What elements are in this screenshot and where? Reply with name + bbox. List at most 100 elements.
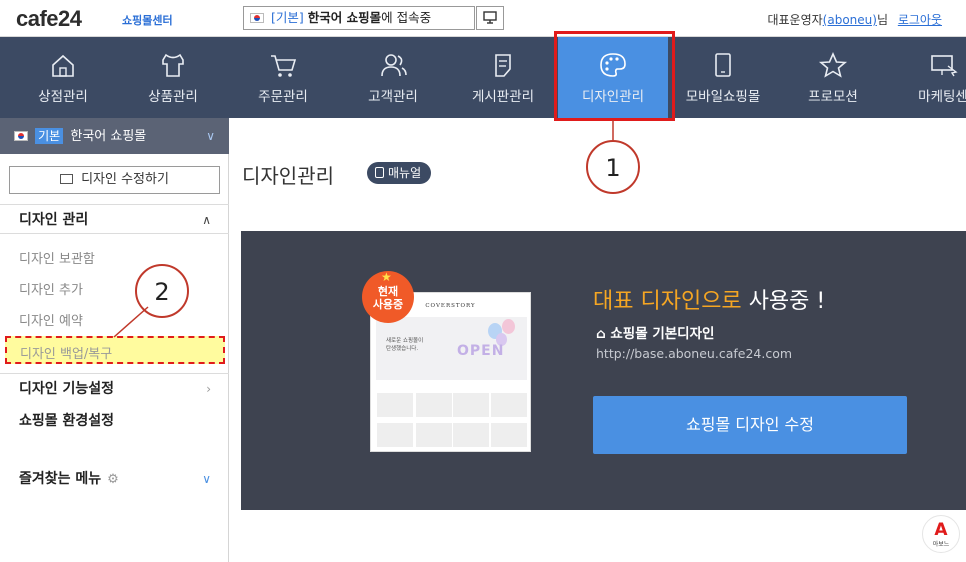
nav-item-orders[interactable]: 주문관리 (228, 37, 338, 118)
shop-switcher-name: 한국어 쇼핑몰 (70, 129, 147, 144)
thumb-cell (453, 423, 489, 447)
sidebar-link-storage[interactable]: 디자인 보관함 (19, 248, 95, 267)
thumb-cell (491, 393, 527, 417)
backup-label: 디자인 백업/복구 (20, 347, 113, 362)
thumb-cell (377, 423, 413, 447)
logout-link[interactable]: 로그아웃 (898, 13, 942, 27)
design-edit-label: 디자인 수정하기 (81, 172, 169, 187)
nav-label: 고객관리 (368, 89, 418, 105)
section-design-functions[interactable]: 디자인 기능설정 › (0, 373, 229, 403)
logo-subtitle: 쇼핑몰센터 (122, 14, 173, 27)
star-icon (818, 52, 848, 78)
nav-item-products[interactable]: 상품관리 (118, 37, 228, 118)
user-id-link[interactable]: (aboneu) (823, 13, 877, 27)
user-role: 대표운영자 (767, 13, 823, 27)
thumb-cell (416, 423, 452, 447)
base-design-text: 쇼핑몰 기본디자인 (610, 326, 715, 342)
section-favorites[interactable]: 즐겨찾는 메뉴 ⚙ ∨ (0, 464, 229, 494)
thumb-cell (453, 393, 489, 417)
nav-label: 모바일쇼핑몰 (685, 89, 761, 105)
design-edit-button[interactable]: 디자인 수정하기 (9, 166, 220, 194)
section-label: 디자인 관리 (19, 212, 89, 228)
using-rest: 사용중 ! (748, 289, 826, 314)
nav-item-mobile[interactable]: 모바일쇼핑몰 (668, 37, 778, 118)
thumb-open-text: OPEN (457, 343, 505, 359)
nav-label: 상품관리 (148, 89, 198, 105)
shirt-icon (162, 53, 184, 77)
section-design-management[interactable]: 디자인 관리 ∧ (0, 204, 229, 234)
mobile-icon (715, 53, 731, 77)
korea-flag-icon (250, 12, 264, 23)
gear-icon[interactable]: ⚙ (107, 472, 119, 487)
nav-label: 프로모션 (808, 89, 858, 105)
shop-design-edit-button[interactable]: 쇼핑몰 디자인 수정 (593, 396, 907, 454)
user-info: 대표운영자(aboneu)님 로그아웃 (767, 11, 942, 28)
nav-label: 상점관리 (38, 89, 88, 105)
document-icon (375, 167, 384, 178)
manual-label: 매뉴얼 (388, 166, 422, 180)
nav-label: 주문관리 (258, 89, 308, 105)
star-icon: ★ (381, 270, 392, 284)
current-use-badge: ★ 현재 사용중 (362, 271, 414, 323)
nav-item-board[interactable]: 게시판관리 (448, 37, 558, 118)
users-icon (381, 54, 407, 77)
sidebar-link-reserve[interactable]: 디자인 예약 (19, 310, 83, 329)
top-bar: cafe24 쇼핑몰센터 [기본] 한국어 쇼핑몰에 접속중 대표운영자(abo… (0, 0, 966, 37)
sidebar: 기본 한국어 쇼핑몰 ∨ 디자인 수정하기 디자인 관리 ∧ 디자인 보관함 디… (0, 118, 229, 562)
using-highlight: 대표 디자인으로 (593, 289, 742, 314)
marketing-icon (931, 55, 958, 77)
using-title: 대표 디자인으로 사용중 ! (593, 283, 825, 315)
page-title: 디자인관리 (242, 164, 334, 188)
thumb-cell (491, 423, 527, 447)
shop-suffix: 에 접속중 (381, 10, 432, 25)
cart-icon (271, 55, 297, 77)
logo-text: 아보느 (932, 541, 950, 548)
nav-label: 마케팅센 (918, 89, 966, 105)
annotation-pointer-2 (113, 306, 149, 338)
annotation-circle-1: 1 (586, 140, 640, 194)
nav-label: 게시판관리 (471, 89, 535, 105)
thumb-cell (377, 393, 413, 417)
design-menu-highlight (554, 31, 675, 121)
base-design-label: ⌂ 쇼핑몰 기본디자인 (596, 322, 714, 342)
aboneu-logo: A 아보느 (922, 515, 960, 553)
manual-button[interactable]: 매뉴얼 (367, 162, 432, 184)
badge-line-2: 사용중 (372, 298, 404, 311)
nav-item-store[interactable]: 상점관리 (8, 37, 118, 118)
user-suffix: 님 (876, 13, 888, 27)
shop-switcher[interactable]: 기본 한국어 쇼핑몰 ∨ (0, 118, 229, 154)
shop-url[interactable]: http://base.aboneu.cafe24.com (596, 346, 792, 361)
section-label: 쇼핑몰 환경설정 (19, 413, 115, 429)
chevron-down-icon: ∨ (202, 472, 211, 486)
thumb-hero-text: 새로운 쇼핑몰이 탄생했습니다. (386, 338, 424, 352)
section-shop-environment[interactable]: 쇼핑몰 환경설정 (0, 406, 229, 436)
nav-item-promotion[interactable]: 프로모션 (778, 37, 888, 118)
board-icon (495, 54, 511, 77)
chevron-right-icon: › (206, 382, 211, 396)
section-label: 즐겨찾는 메뉴 (19, 471, 102, 487)
nav-item-marketing[interactable]: 마케팅센 (888, 37, 966, 118)
annotation-pointer-1 (612, 120, 614, 140)
editor-icon (60, 173, 74, 184)
logo-mark: A (934, 520, 948, 540)
sidebar-link-add[interactable]: 디자인 추가 (19, 279, 83, 298)
chevron-down-icon: ∨ (206, 129, 215, 143)
home-icon (52, 54, 74, 77)
chevron-up-icon: ∧ (202, 213, 211, 227)
preview-button[interactable] (476, 6, 504, 30)
shop-name: 한국어 쇼핑몰 (307, 10, 382, 25)
home-icon: ⌂ (596, 326, 606, 342)
badge-line-1: 현재 (377, 285, 399, 298)
sidebar-link-backup[interactable]: 디자인 백업/복구 (5, 336, 225, 364)
shop-selector[interactable]: [기본] 한국어 쇼핑몰에 접속중 (243, 6, 475, 30)
current-design-panel: COVERSTORY 새로운 쇼핑몰이 탄생했습니다. OPEN (241, 231, 966, 510)
monitor-icon (483, 11, 497, 24)
balloon-shape (502, 319, 515, 334)
cafe24-logo[interactable]: cafe24 (16, 6, 82, 32)
nav-item-customers[interactable]: 고객관리 (338, 37, 448, 118)
korea-flag-icon (14, 130, 28, 141)
main-nav: 상점관리 상품관리 주문관리 고객관리 게시판관리 디자인관리 모바일쇼핑몰 프… (0, 37, 966, 118)
thumb-cell (416, 393, 452, 417)
shop-tag: [기본] (270, 10, 304, 25)
basic-badge: 기본 (35, 128, 64, 144)
